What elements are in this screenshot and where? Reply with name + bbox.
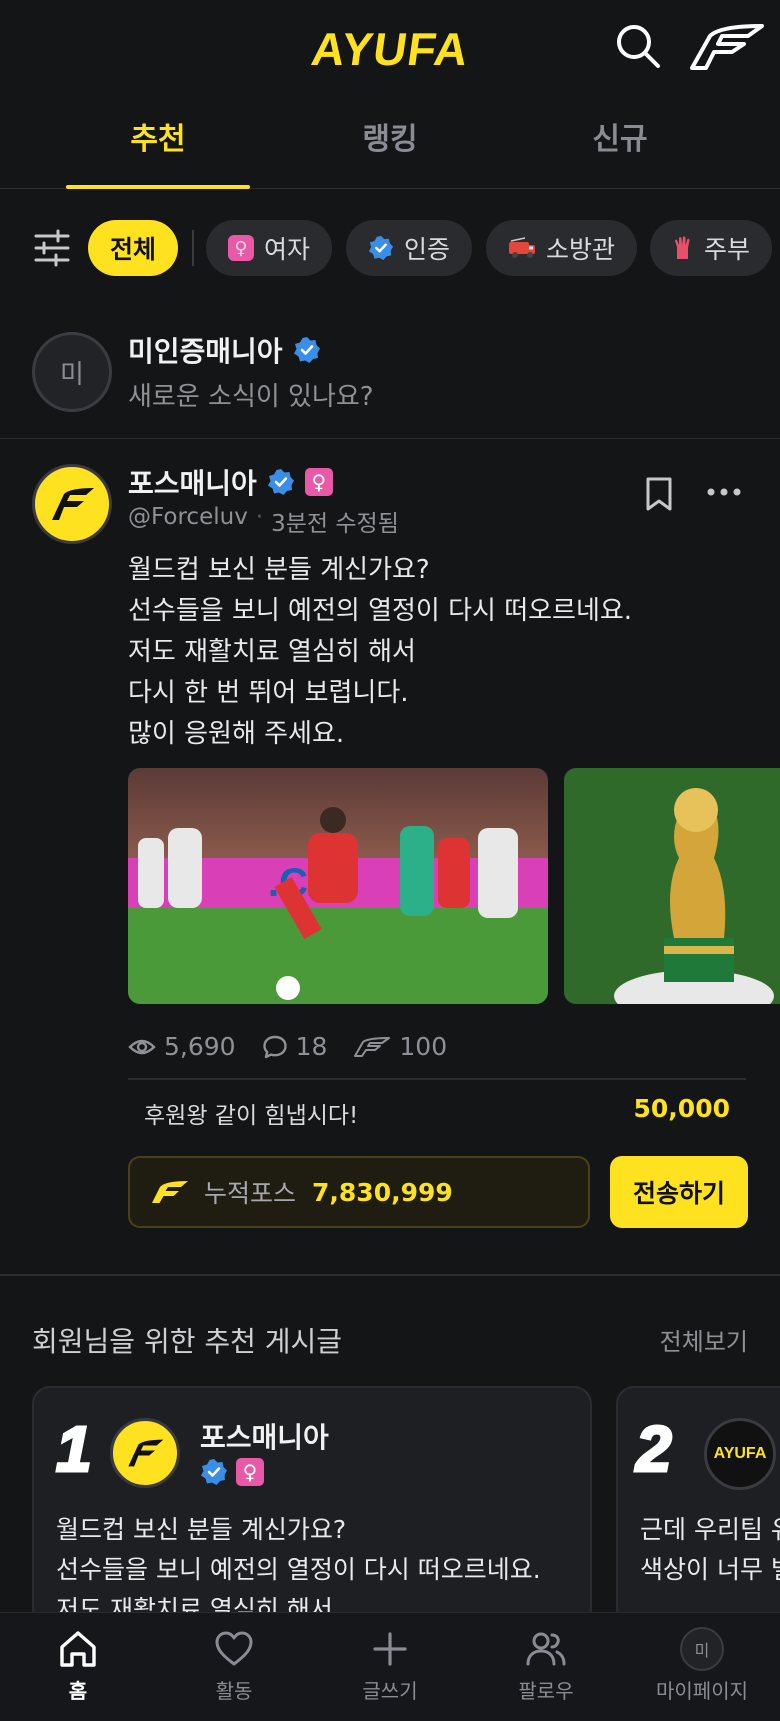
- support-amount: 50,000: [633, 1094, 730, 1123]
- nav-mypage[interactable]: 미 마이페이지: [624, 1627, 780, 1704]
- filter-divider: [192, 230, 194, 266]
- active-tab-indicator: [66, 185, 250, 189]
- card-preview-text: 월드컵 보신 분들 계신가요? 선수들을 보니 예전의 열정이 다시 떠오르네요…: [56, 1515, 541, 1624]
- female-icon: ♀: [304, 468, 333, 496]
- rank-number: 2: [635, 1412, 674, 1487]
- card-preview-text: 근데 우리팀 유 색상이 너무 별: [640, 1515, 780, 1584]
- verified-icon: [368, 235, 394, 261]
- female-icon: ♀: [228, 235, 254, 261]
- bookmark-icon[interactable]: [644, 476, 674, 512]
- filter-chip-housewife[interactable]: 주부: [650, 220, 773, 276]
- comment-icon: [262, 1034, 288, 1060]
- card-author-avatar: AYUFA: [704, 1418, 776, 1490]
- main-tabs: 추천 랭킹 신규: [0, 98, 780, 189]
- plus-icon: [368, 1627, 412, 1671]
- nav-home[interactable]: 홈: [0, 1627, 156, 1704]
- compose-username: 미인증매니아: [128, 335, 283, 368]
- post-handle[interactable]: @Forceluv: [128, 504, 248, 538]
- views-stat: 5,690: [128, 1032, 236, 1061]
- app-logo[interactable]: AYUFA: [0, 22, 780, 76]
- card-author-avatar: [110, 1418, 180, 1488]
- force-total-label: 누적포스: [204, 1179, 297, 1208]
- force-wing-icon: [353, 1036, 391, 1058]
- tab-recommended[interactable]: 추천: [42, 114, 274, 158]
- accumulated-force-box: 누적포스 7,830,999: [128, 1156, 590, 1228]
- post-author-name[interactable]: 포스매니아: [128, 462, 257, 502]
- support-message: 후원왕 같이 힘냅시다!: [144, 1103, 359, 1129]
- female-icon: ♀: [236, 1458, 264, 1486]
- search-icon[interactable]: [614, 22, 662, 70]
- top-supporter-row: 후원왕 같이 힘냅시다! 50,000: [128, 1078, 746, 1142]
- glove-icon: [672, 235, 694, 261]
- post-image-soccer-match[interactable]: .CO: [128, 768, 548, 1004]
- more-options-icon[interactable]: [706, 486, 742, 498]
- force-wing-icon: [150, 1179, 190, 1205]
- heart-icon: [212, 1627, 256, 1671]
- card-author-name: 포스매니아: [200, 1421, 329, 1454]
- tab-new[interactable]: 신규: [504, 114, 736, 158]
- verified-icon: [293, 336, 321, 364]
- force-total-value: 7,830,999: [312, 1177, 453, 1207]
- filter-chip-female[interactable]: ♀ 여자: [206, 220, 333, 276]
- tab-ranking[interactable]: 랭킹: [274, 114, 506, 158]
- comments-stat[interactable]: 18: [262, 1032, 327, 1061]
- compose-input[interactable]: 새로운 소식이 있나요?: [128, 376, 374, 413]
- fire-truck-icon: [508, 237, 536, 259]
- filter-chip-firefighter[interactable]: 소방관: [486, 220, 638, 276]
- send-force-button[interactable]: 전송하기: [610, 1156, 748, 1228]
- bottom-navigation: 홈 활동 글쓰기 팔로우 미 마이페이지: [0, 1612, 780, 1721]
- filter-chip-verified[interactable]: 인증: [346, 220, 473, 276]
- avatar-icon: 미: [680, 1627, 724, 1671]
- nav-activity[interactable]: 활동: [156, 1627, 312, 1704]
- section-divider: [0, 438, 780, 439]
- nav-follow[interactable]: 팔로우: [468, 1627, 624, 1704]
- post-time: 3분전 수정됨: [271, 511, 399, 537]
- compose-avatar[interactable]: 미: [32, 332, 112, 412]
- nav-write[interactable]: 글쓰기: [312, 1627, 468, 1704]
- section-divider: [0, 1274, 780, 1276]
- post-image-world-cup-trophy[interactable]: [564, 768, 780, 1004]
- verified-icon: [267, 468, 295, 496]
- forces-stat[interactable]: 100: [353, 1032, 447, 1061]
- recommended-card[interactable]: 2 AYUFA 근데 우리팀 유 색상이 너무 별: [616, 1386, 780, 1626]
- rank-number: 1: [55, 1412, 94, 1487]
- see-all-link[interactable]: 전체보기: [660, 1322, 748, 1357]
- sliders-icon[interactable]: [32, 228, 72, 268]
- force-wing-icon[interactable]: [688, 22, 766, 74]
- post-body: 월드컵 보신 분들 계신가요? 선수들을 보니 예전의 열정이 다시 떠오르네요…: [128, 555, 633, 749]
- recommended-card[interactable]: 1 포스매니아 ♀ 월드컵 보신 분들 계신가요? 선수들을 보니 예전의 열정…: [32, 1386, 592, 1626]
- eye-icon: [128, 1037, 156, 1057]
- verified-icon: [200, 1458, 228, 1486]
- filter-chip-all[interactable]: 전체: [88, 220, 179, 276]
- post-author-avatar[interactable]: [32, 464, 112, 544]
- users-icon: [524, 1627, 568, 1671]
- meta-separator: ·: [255, 504, 264, 530]
- home-icon: [56, 1627, 100, 1671]
- recommended-section-title: 회원님을 위한 추천 게시글: [32, 1325, 343, 1358]
